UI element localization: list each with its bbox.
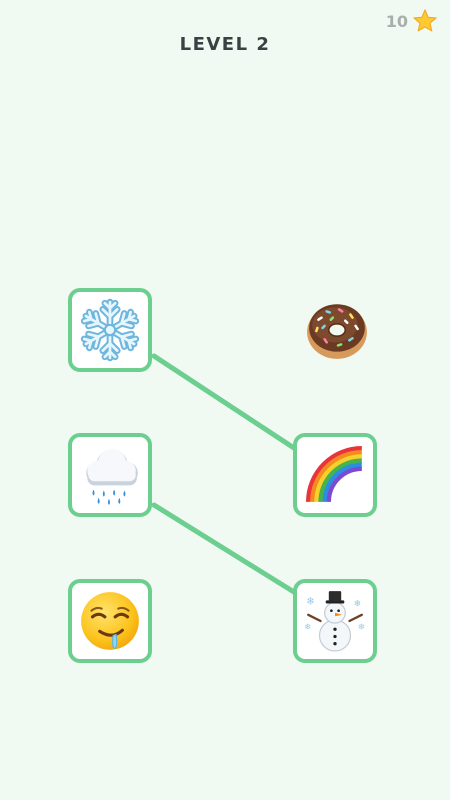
svg-text:❄: ❄ <box>306 596 315 608</box>
snowman-icon: ❄ ❄ ❄ ❄ <box>304 591 365 652</box>
snowflake-icon <box>77 298 143 363</box>
rainbow-icon <box>306 446 362 502</box>
doughnut-icon <box>307 304 367 359</box>
tile-doughnut[interactable] <box>295 288 379 372</box>
tile-rainbow[interactable] <box>293 433 377 517</box>
cloud-with-rain-icon <box>86 448 138 505</box>
connection-lines <box>151 353 297 595</box>
svg-text:❄: ❄ <box>354 599 362 610</box>
svg-text:❄: ❄ <box>304 621 311 631</box>
tile-cloud-with-rain[interactable] <box>68 433 152 517</box>
link-snowflake-rainbow <box>151 353 297 451</box>
link-cloud-snowman <box>151 502 297 595</box>
tile-snowflake[interactable] <box>68 288 152 372</box>
svg-text:❄: ❄ <box>358 621 365 631</box>
drooling-face-icon <box>81 592 139 650</box>
tile-drooling-face[interactable] <box>68 579 152 663</box>
tile-snowman[interactable]: ❄ ❄ ❄ ❄ <box>293 579 377 663</box>
